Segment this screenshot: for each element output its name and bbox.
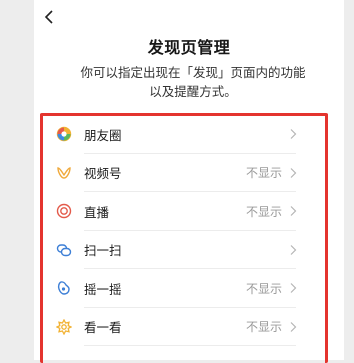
shake-icon <box>56 280 72 296</box>
list-item-channels[interactable]: 视频号 不显示 <box>34 154 344 192</box>
live-icon <box>56 203 72 219</box>
item-value: 不显示 <box>245 166 282 181</box>
list-item-scan[interactable]: 扫一扫 <box>34 231 344 269</box>
top-stories-icon <box>56 318 72 335</box>
chevron-right-icon <box>290 129 297 139</box>
item-label: 扫一扫 <box>84 243 122 259</box>
chevron-right-icon <box>290 244 297 255</box>
item-label: 视频号 <box>84 166 122 182</box>
list-item-shake[interactable]: 摇一摇 不显示 <box>34 269 344 308</box>
item-label: 摇一摇 <box>84 281 122 297</box>
channels-icon <box>56 165 72 181</box>
item-label: 看一看 <box>84 320 122 336</box>
discover-items-list: 朋友圈 视频号 不显示 直播 不显示 扫一扫 摇一摇 不显示 看一看 不显示 <box>34 115 344 346</box>
item-value: 不显示 <box>245 320 282 335</box>
list-item-live[interactable]: 直播 不显示 <box>34 192 344 231</box>
page-title: 发现页管理 <box>147 38 231 57</box>
chevron-right-icon <box>290 321 297 332</box>
item-label: 朋友圈 <box>84 127 122 143</box>
scan-icon <box>56 242 72 258</box>
item-label: 直播 <box>84 204 110 220</box>
list-item-moments[interactable]: 朋友圈 <box>34 115 344 154</box>
item-value: 不显示 <box>245 204 282 219</box>
back-button[interactable] <box>38 6 60 28</box>
chevron-right-icon <box>290 206 297 216</box>
chevron-right-icon <box>290 283 297 293</box>
chevron-left-icon <box>44 10 53 24</box>
page-description: 你可以指定出现在「发现」页面内的功能以及提醒方式。 <box>80 65 306 99</box>
divider <box>84 345 296 346</box>
item-value: 不显示 <box>245 281 282 296</box>
list-item-top-stories[interactable]: 看一看 不显示 <box>34 308 344 346</box>
chevron-right-icon <box>290 167 297 178</box>
moments-icon <box>56 126 72 142</box>
